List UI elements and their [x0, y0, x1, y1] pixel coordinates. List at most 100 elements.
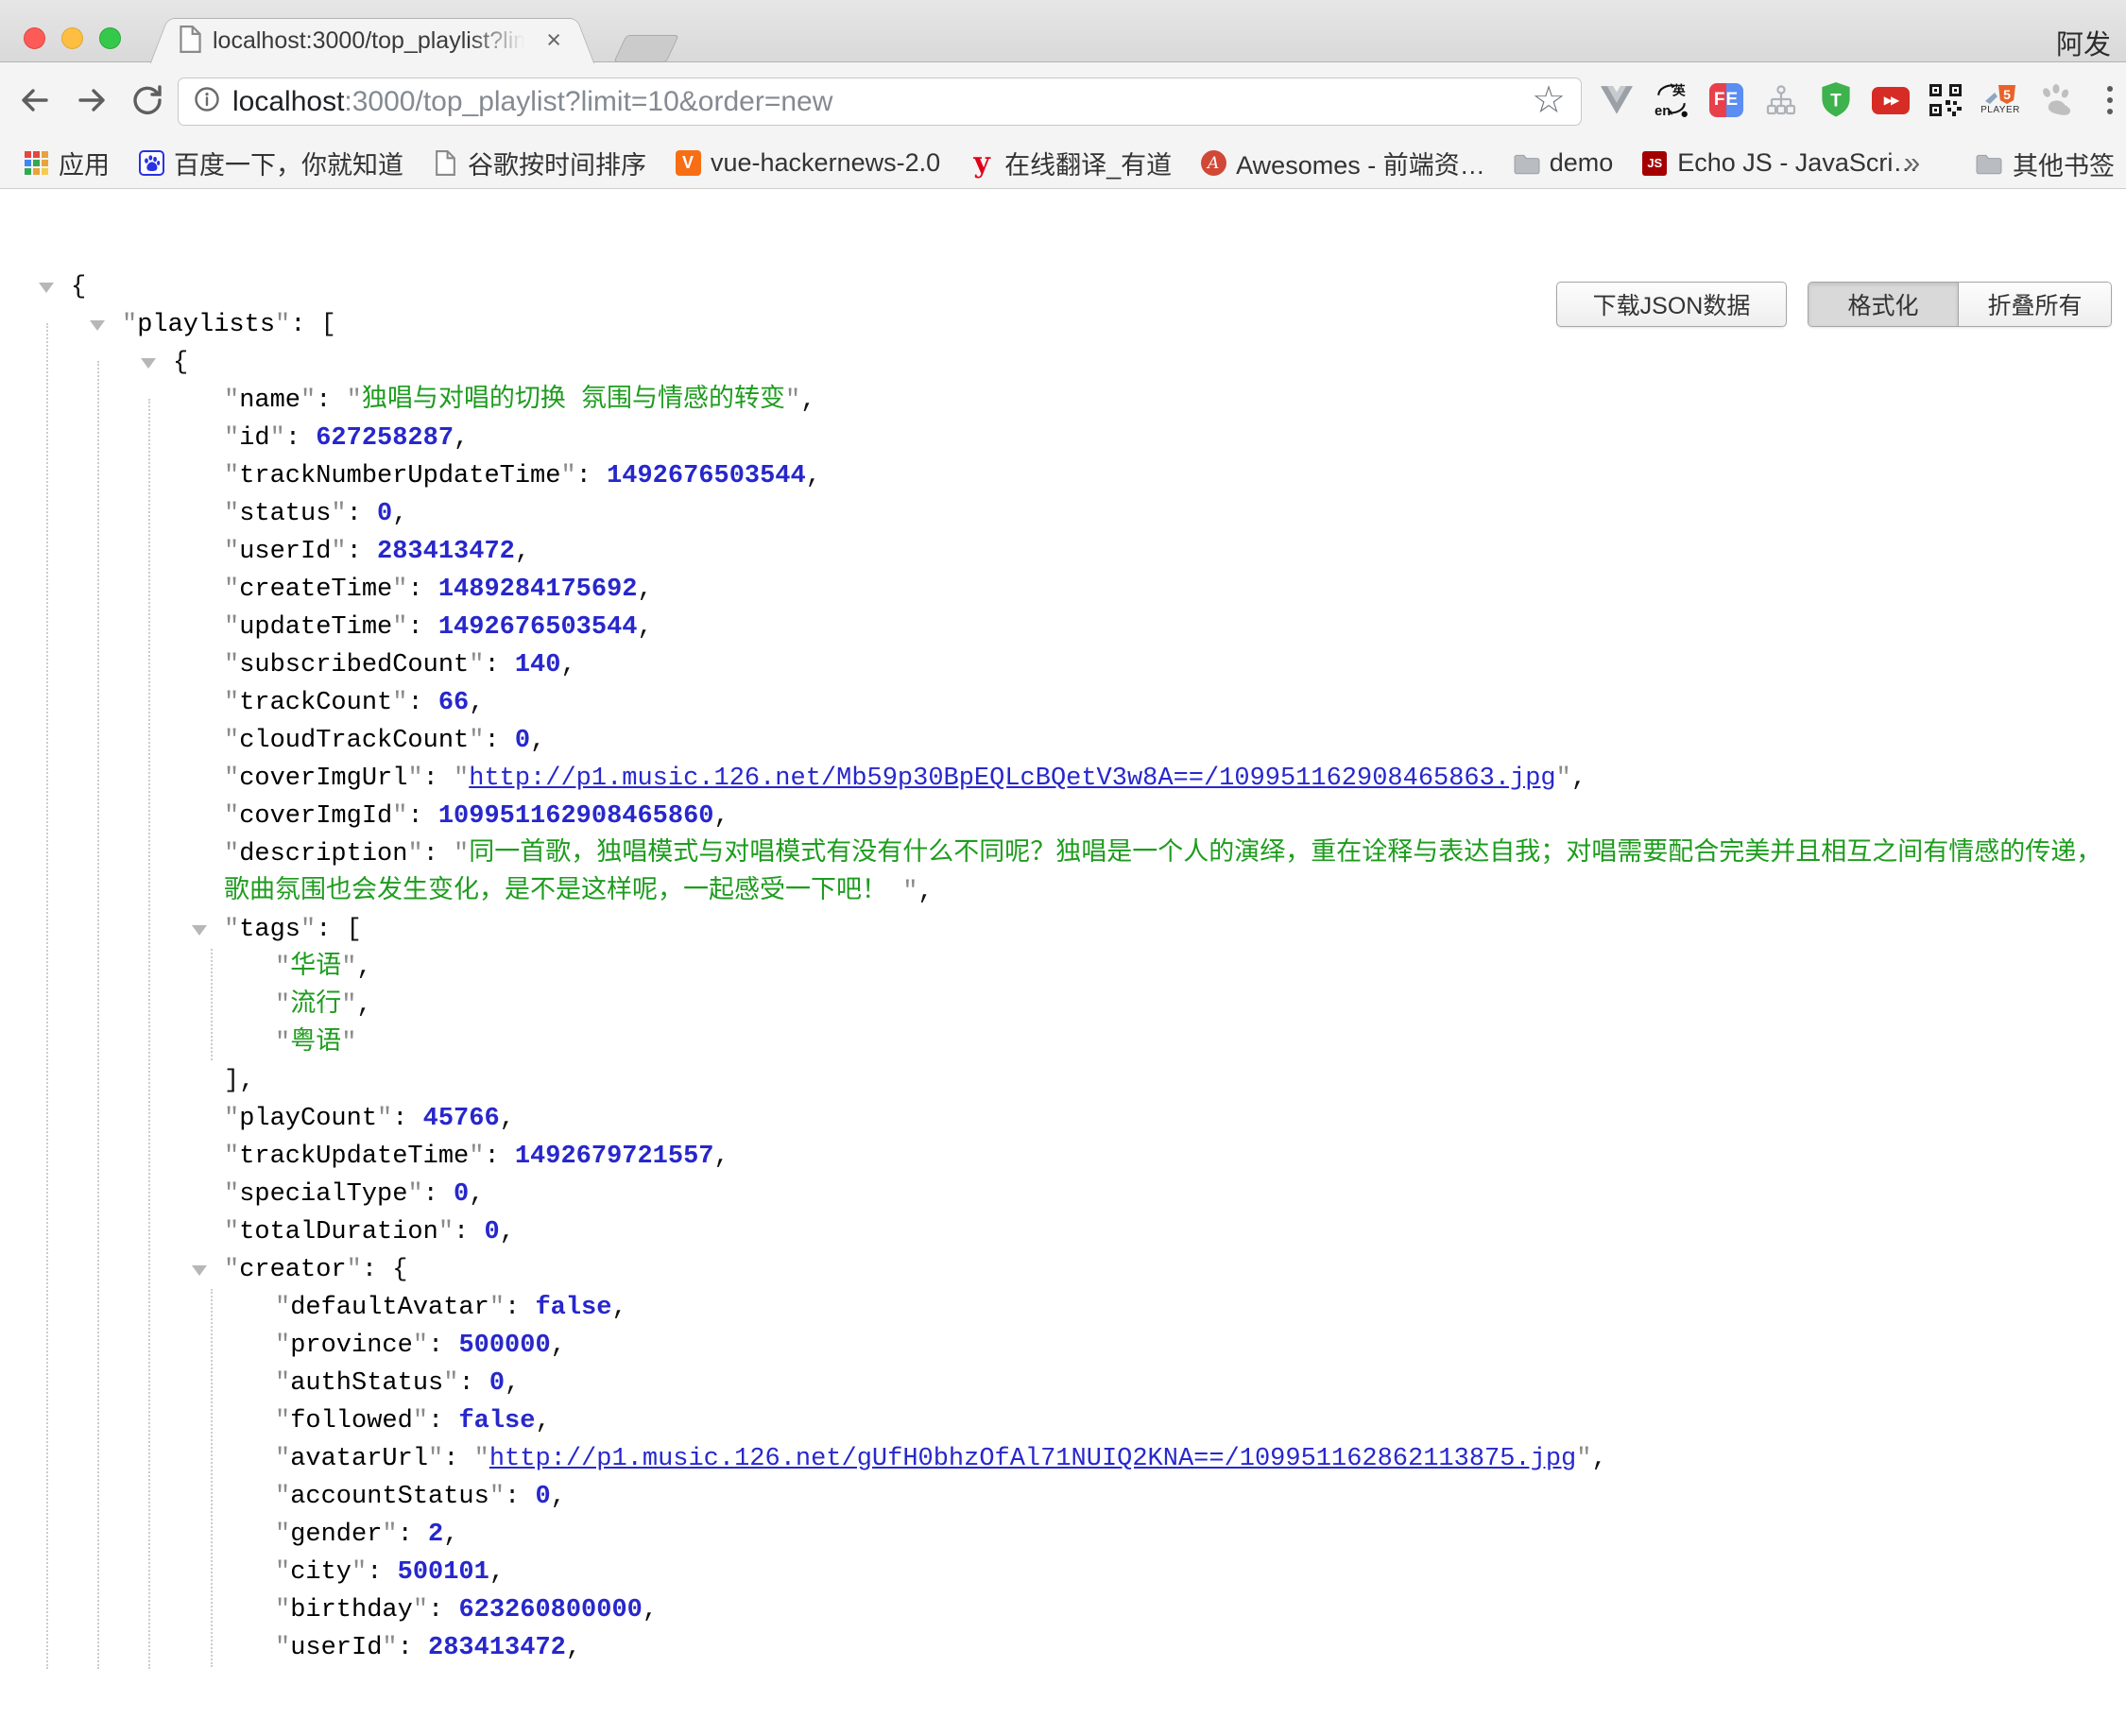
json-line: "status": 0,: [0, 495, 2120, 533]
json-line: "name": "独唱与对唱的切换 氛围与情感的转变",: [0, 382, 2120, 420]
address-bar[interactable]: localhost:3000/top_playlist?limit=10&ord…: [178, 77, 1582, 126]
youdao-icon: y: [969, 150, 995, 177]
bookmark-label: vue-hackernews-2.0: [711, 148, 940, 178]
tab-close-icon[interactable]: ×: [546, 27, 561, 53]
svg-text:en: en: [1655, 104, 1671, 118]
browser-window: localhost:3000/top_playlist?lim × 阿发 loc…: [0, 0, 2126, 1736]
json-line: "accountStatus": 0,: [0, 1478, 2120, 1516]
apps-grid-icon: [23, 150, 49, 177]
page-favicon: [180, 26, 201, 58]
other-bookmarks-label: 其他书签: [2013, 146, 2115, 182]
json-line: "authStatus": 0,: [0, 1365, 2120, 1402]
reload-button[interactable]: [129, 82, 164, 118]
bookmark-item[interactable]: Vvue-hackernews-2.0: [675, 148, 940, 178]
collapse-toggle-icon[interactable]: [141, 358, 156, 369]
vue-devtools-icon[interactable]: [1599, 77, 1635, 123]
new-tab-button[interactable]: [613, 35, 679, 62]
json-line: "followed": false,: [0, 1402, 2120, 1440]
html5-player-icon[interactable]: 5PLAYER: [1982, 77, 2018, 123]
collapse-toggle-icon[interactable]: [192, 1265, 207, 1276]
page-icon: [432, 150, 458, 177]
bookmarks-bar: 应用 百度一下，你就知道 谷歌按时间排序 Vvue-hackernews-2.0 y 在线…: [0, 138, 2126, 189]
qr-code-icon[interactable]: [1928, 77, 1963, 123]
sitemap-icon[interactable]: [1763, 77, 1799, 123]
json-line: ],: [0, 1062, 2120, 1100]
json-line: "cloudTrackCount": 0,: [0, 722, 2120, 760]
close-window-button[interactable]: [24, 27, 45, 49]
collapse-toggle-icon[interactable]: [39, 283, 54, 293]
forward-button[interactable]: [74, 82, 110, 118]
bookmark-item[interactable]: A Awesomes - 前端资…: [1200, 145, 1485, 181]
url-text[interactable]: localhost:3000/top_playlist?limit=10&ord…: [232, 86, 1532, 118]
bookmark-item[interactable]: 应用: [23, 145, 110, 181]
info-icon[interactable]: [194, 86, 220, 117]
echojs-icon: JS: [1641, 150, 1668, 177]
json-link[interactable]: http://p1.music.126.net/Mb59p30BpEQLcBQe…: [469, 765, 1555, 793]
json-line: "userId": 283413472,: [0, 1629, 2120, 1667]
bookmark-label: Echo JS - JavaScri…: [1677, 148, 1918, 178]
fe-icon[interactable]: FE: [1708, 77, 1744, 123]
bookmark-label: 百度一下，你就知道: [174, 145, 403, 181]
vue-orange-icon: V: [675, 150, 701, 177]
json-line: "specialType": 0,: [0, 1176, 2120, 1213]
url-host: localhost: [232, 86, 344, 117]
zoom-window-button[interactable]: [99, 27, 121, 49]
awesomes-icon: A: [1200, 150, 1226, 177]
json-line: "defaultAvatar": false,: [0, 1289, 2120, 1327]
collapse-toggle-icon[interactable]: [192, 925, 207, 936]
back-button[interactable]: [17, 82, 53, 118]
bookmark-label: 应用: [59, 145, 110, 181]
titlebar: localhost:3000/top_playlist?lim × 阿发: [0, 0, 2126, 62]
json-line: "totalDuration": 0,: [0, 1213, 2120, 1251]
bookmark-item[interactable]: demo: [1514, 148, 1614, 178]
json-line: "subscribedCount": 140,: [0, 646, 2120, 684]
folder-icon: [1514, 150, 1540, 177]
profile-name[interactable]: 阿发: [2056, 23, 2111, 62]
page-content: 下载JSON数据 格式化 折叠所有 {"playlists": [{"name"…: [0, 268, 2126, 1736]
json-line: "creator": {: [0, 1251, 2120, 1289]
json-line: "birthday": 623260800000,: [0, 1591, 2120, 1629]
bookmark-item[interactable]: JS Echo JS - JavaScri…: [1641, 148, 1918, 178]
json-line: "city": 500101,: [0, 1554, 2120, 1591]
bookmarks-list: 应用 百度一下，你就知道 谷歌按时间排序 Vvue-hackernews-2.0 y 在线…: [23, 145, 1918, 181]
browser-menu-icon[interactable]: [2092, 77, 2126, 123]
other-bookmarks-folder[interactable]: 其他书签: [1976, 138, 2115, 189]
json-line: {: [0, 268, 2120, 306]
bookmark-item[interactable]: 谷歌按时间排序: [432, 145, 646, 181]
minimize-window-button[interactable]: [61, 27, 83, 49]
baidu-paw-icon: [138, 150, 164, 177]
bookmark-label: 在线翻译_有道: [1004, 145, 1172, 181]
translate-icon[interactable]: 英en: [1654, 77, 1689, 123]
video-fast-forward-icon[interactable]: ▶▶: [1873, 77, 1909, 123]
bookmark-item[interactable]: 百度一下，你就知道: [138, 145, 403, 181]
json-line: "粤语": [0, 1024, 2120, 1062]
json-line: "description": "同一首歌，独唱模式与对唱模式有没有什么不同呢？独…: [0, 835, 2120, 911]
bookmark-star-icon[interactable]: ☆: [1532, 81, 1566, 119]
url-path: :3000/top_playlist?limit=10&order=new: [344, 86, 832, 117]
json-line: "coverImgUrl": "http://p1.music.126.net/…: [0, 760, 2120, 798]
tampermonkey-icon[interactable]: T: [1818, 77, 1854, 123]
json-line: "tags": [: [0, 911, 2120, 949]
bookmark-label: demo: [1550, 148, 1614, 178]
paw-icon[interactable]: [2037, 77, 2073, 123]
bookmarks-overflow-chevron[interactable]: »: [1904, 146, 1920, 180]
json-line: "avatarUrl": "http://p1.music.126.net/gU…: [0, 1440, 2120, 1478]
json-line: "华语",: [0, 949, 2120, 987]
json-line: {: [0, 344, 2120, 382]
json-line: "userId": 283413472,: [0, 533, 2120, 571]
bookmark-item[interactable]: y 在线翻译_有道: [969, 145, 1172, 181]
bookmark-label: Awesomes - 前端资…: [1236, 145, 1485, 181]
svg-text:T: T: [1830, 92, 1842, 112]
extensions-bar: 英en FE T ▶▶ 5PLAYER: [1599, 62, 2126, 138]
json-line: "id": 627258287,: [0, 420, 2120, 457]
bookmark-label: 谷歌按时间排序: [468, 145, 646, 181]
json-link[interactable]: http://p1.music.126.net/gUfH0bhzOfAl71NU…: [489, 1445, 1576, 1473]
json-line: "流行",: [0, 987, 2120, 1024]
json-line: "createTime": 1489284175692,: [0, 571, 2120, 609]
toolbar: localhost:3000/top_playlist?limit=10&ord…: [0, 62, 2126, 138]
window-controls: [24, 27, 121, 49]
collapse-toggle-icon[interactable]: [90, 320, 105, 331]
browser-tab[interactable]: localhost:3000/top_playlist?lim ×: [176, 18, 569, 63]
json-line: "gender": 2,: [0, 1516, 2120, 1554]
json-line: "province": 500000,: [0, 1327, 2120, 1365]
